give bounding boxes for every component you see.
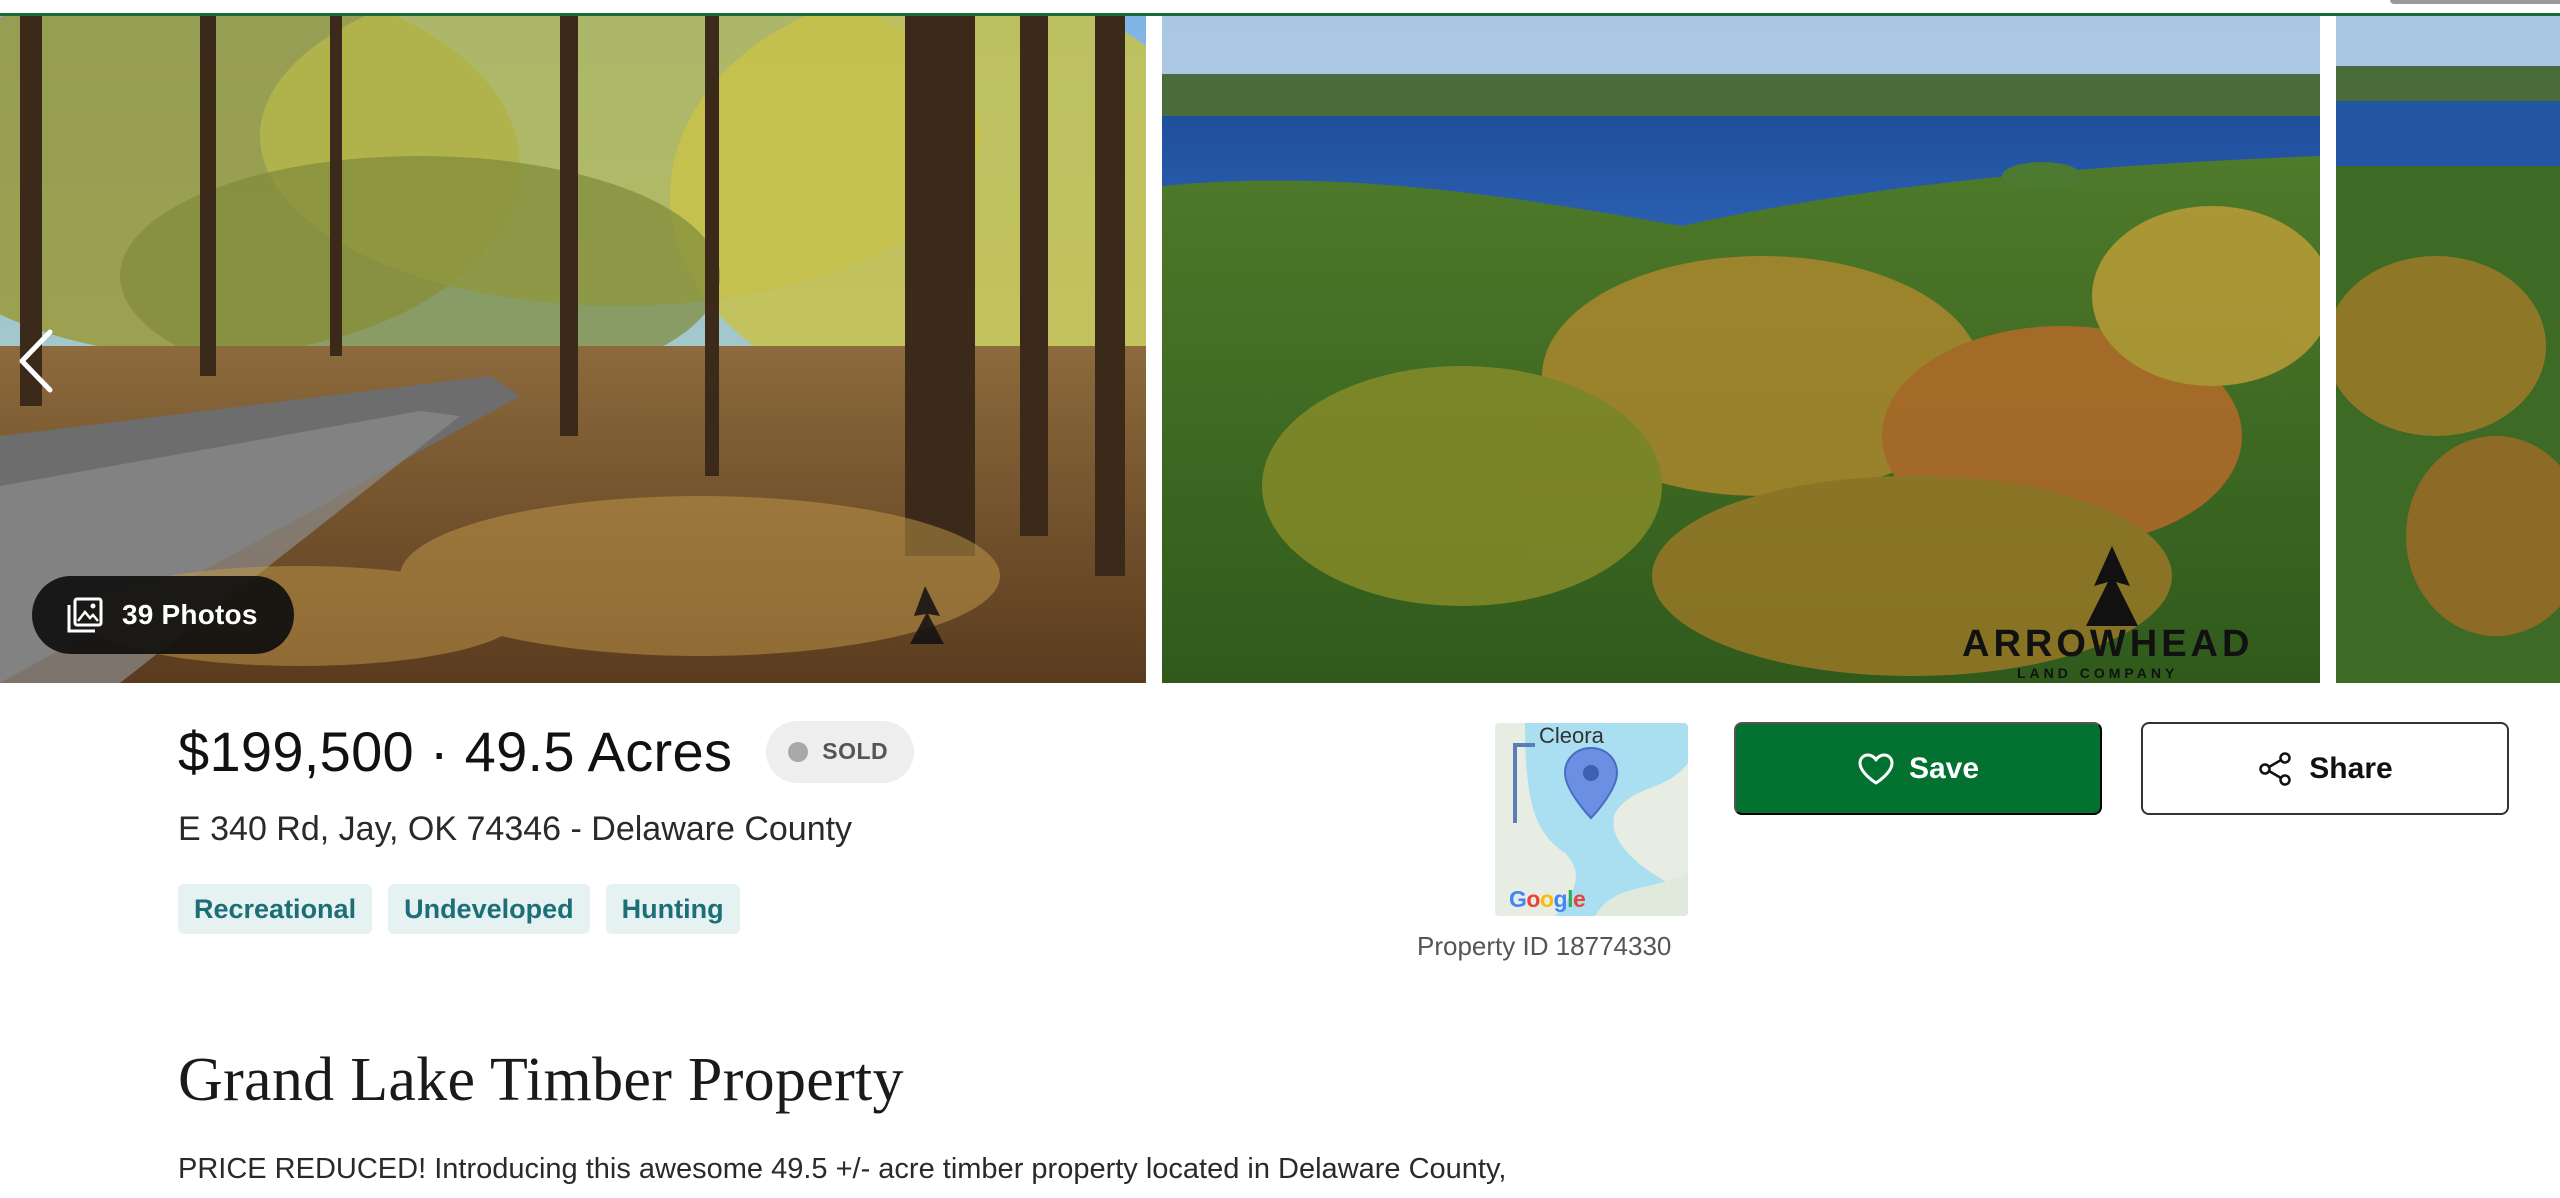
tag-undeveloped[interactable]: Undeveloped: [388, 884, 590, 934]
listing-description: PRICE REDUCED! Introducing this awesome …: [178, 1153, 1507, 1185]
listing-title: Grand Lake Timber Property: [178, 1046, 904, 1114]
property-tags: Recreational Undeveloped Hunting: [178, 884, 740, 934]
watermark-brand: ARROWHEAD: [1962, 623, 2253, 665]
price-acres: $199,500 · 49.5 Acres: [178, 720, 733, 783]
gallery-photo-lake[interactable]: ARROWHEAD LAND COMPANY: [1162, 16, 2320, 683]
save-button[interactable]: Save: [1734, 722, 2102, 815]
heart-icon: [1858, 753, 1894, 784]
aerial-lake-image: ARROWHEAD LAND COMPANY: [1162, 16, 2320, 683]
save-label: Save: [1908, 751, 1980, 785]
share-icon: [2259, 751, 2292, 786]
photo-gallery[interactable]: ARROWHEAD LAND COMPANY 39 Photos: [0, 16, 2560, 683]
gallery-prev-button[interactable]: [8, 316, 64, 406]
header-edge: [2390, 0, 2560, 4]
map-thumbnail[interactable]: Cleora Google: [1495, 723, 1688, 916]
map-city-label: Cleora: [1539, 723, 1604, 748]
status-text: SOLD: [822, 738, 889, 764]
watermark-sub: LAND COMPANY: [2017, 665, 2178, 681]
gallery-icon: [67, 597, 103, 633]
tag-hunting[interactable]: Hunting: [605, 884, 740, 934]
aerial-forest-image: [2336, 16, 2560, 683]
property-address: E 340 Rd, Jay, OK 74346 - Delaware Count…: [178, 810, 853, 848]
status-dot-icon: [788, 741, 809, 762]
listing-info: $199,500 · 49.5 Acres SOLD E 340 Rd, Jay…: [0, 683, 2560, 1198]
share-button[interactable]: Share: [2141, 722, 2509, 815]
photo-count-label: 39 Photos: [122, 599, 258, 630]
photo-count-button[interactable]: 39 Photos: [32, 576, 294, 654]
chevron-left-icon: [19, 329, 53, 393]
gallery-photo-forest[interactable]: [2336, 16, 2560, 683]
google-logo: Google: [1509, 886, 1586, 912]
price-row: $199,500 · 49.5 Acres SOLD: [178, 719, 915, 784]
status-badge: SOLD: [766, 720, 915, 783]
top-accent-bar: [0, 0, 2560, 16]
tag-recreational[interactable]: Recreational: [178, 884, 373, 934]
share-label: Share: [2309, 751, 2393, 785]
property-id: Property ID 18774330: [1417, 931, 1672, 961]
